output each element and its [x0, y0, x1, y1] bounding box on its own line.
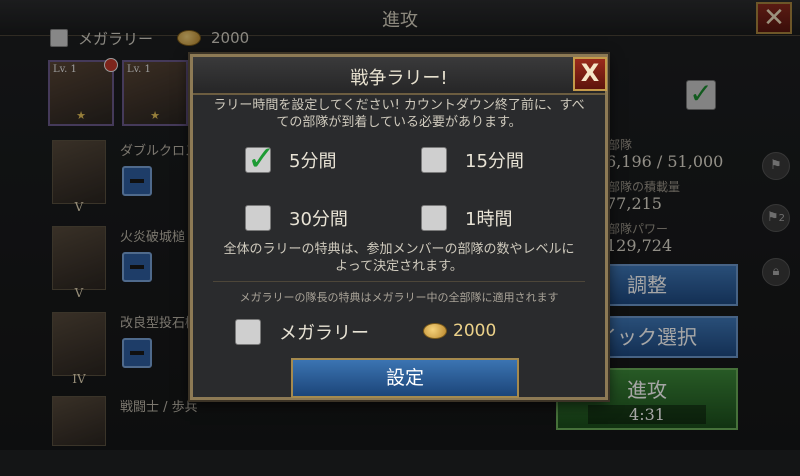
- dialog-title: 戦争ラリー!: [350, 68, 448, 89]
- option-checkbox[interactable]: [421, 147, 447, 173]
- option-1hour[interactable]: 1時間: [421, 205, 512, 231]
- option-checkbox[interactable]: [245, 139, 276, 179]
- option-label: 15分間: [465, 151, 524, 172]
- option-checkbox[interactable]: [421, 205, 447, 231]
- megarally-checkbox[interactable]: [235, 319, 261, 345]
- megarally-cost-value: 2000: [453, 321, 497, 341]
- coin-icon: [423, 323, 447, 339]
- megarally-cost: 2000: [423, 321, 496, 341]
- megarally-label: メガラリー: [279, 323, 369, 344]
- option-checkbox[interactable]: [245, 205, 271, 231]
- option-label: 30分間: [289, 209, 348, 230]
- option-label: 5分間: [289, 151, 337, 172]
- dialog-description: ラリー時間を設定してください! カウントダウン終了前に、すべての部隊が到着してい…: [213, 98, 585, 130]
- option-label: 1時間: [465, 209, 513, 230]
- war-rally-dialog: 戦争ラリー! X ラリー時間を設定してください! カウントダウン終了前に、すべて…: [190, 54, 608, 400]
- set-button[interactable]: 設定: [291, 358, 519, 398]
- option-megarally[interactable]: メガラリー: [235, 319, 369, 345]
- dialog-header: 戦争ラリー! X: [193, 57, 607, 95]
- divider: [213, 281, 585, 282]
- rally-bonus-note: 全体のラリーの特典は、参加メンバーの部隊の数やレベルによって決定されます。: [223, 242, 575, 274]
- option-5min[interactable]: 5分間: [245, 139, 337, 179]
- option-15min[interactable]: 15分間: [421, 147, 524, 173]
- megarally-note: メガラリーの隊長の特典はメガラリー中の全部隊に適用されます: [239, 291, 559, 304]
- option-30min[interactable]: 30分間: [245, 205, 348, 231]
- close-icon[interactable]: X: [573, 57, 607, 91]
